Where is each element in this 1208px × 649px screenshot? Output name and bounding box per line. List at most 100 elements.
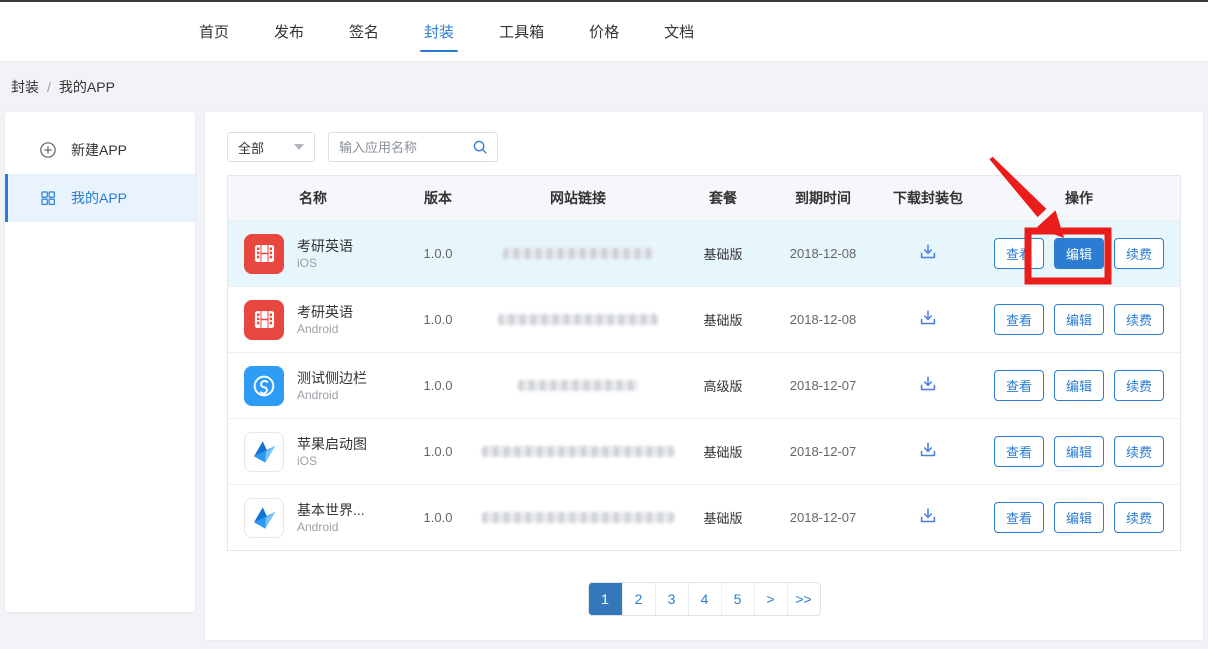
page-button-4[interactable]: 4 — [688, 583, 721, 615]
app-name: 考研英语 — [297, 303, 353, 321]
renew-button-row-3[interactable]: 续费 — [1114, 370, 1164, 401]
search-input[interactable] — [339, 140, 471, 155]
blurred-url — [482, 446, 674, 457]
actions-cell: 查看编辑续费 — [978, 436, 1180, 467]
column-header-套餐: 套餐 — [678, 188, 768, 208]
edit-button-row-1[interactable]: 编辑 — [1054, 238, 1104, 269]
website-link-cell — [478, 314, 678, 325]
app-version: 1.0.0 — [398, 378, 478, 393]
renew-button-row-2[interactable]: 续费 — [1114, 304, 1164, 335]
breadcrumb: 封装 / 我的APP — [0, 62, 1208, 112]
download-icon[interactable] — [917, 307, 939, 329]
app-platform: iOS — [297, 453, 367, 469]
page-button-2[interactable]: 2 — [622, 583, 655, 615]
chevron-down-icon — [294, 144, 304, 150]
plan-label: 基础版 — [678, 244, 768, 263]
table-row: 测试侧边栏Android1.0.0高级版2018-12-07查看编辑续费 — [228, 352, 1180, 418]
renew-button-row-4[interactable]: 续费 — [1114, 436, 1164, 467]
page-button-3[interactable]: 3 — [655, 583, 688, 615]
breadcrumb-separator: / — [47, 79, 51, 95]
nav-item-首页[interactable]: 首页 — [197, 2, 231, 61]
page-button-5[interactable]: 5 — [721, 583, 754, 615]
edit-button-row-3[interactable]: 编辑 — [1054, 370, 1104, 401]
app-platform: Android — [297, 321, 353, 337]
filter-row: 全部 — [227, 132, 1181, 162]
plan-label: 基础版 — [678, 508, 768, 527]
column-header-名称: 名称 — [228, 188, 398, 208]
grid-icon — [39, 189, 57, 207]
column-header-版本: 版本 — [398, 188, 478, 208]
table-row: 考研英语Android1.0.0基础版2018-12-08查看编辑续费 — [228, 286, 1180, 352]
view-button-row-5[interactable]: 查看 — [994, 502, 1044, 533]
website-link-cell — [478, 446, 678, 457]
search-icon[interactable] — [471, 138, 489, 156]
app-name: 基本世界... — [297, 501, 365, 519]
view-button-row-1[interactable]: 查看 — [994, 238, 1044, 269]
app-version: 1.0.0 — [398, 246, 478, 261]
last-page-button[interactable]: >> — [787, 583, 820, 615]
renew-button-row-1[interactable]: 续费 — [1114, 238, 1164, 269]
view-button-row-3[interactable]: 查看 — [994, 370, 1044, 401]
app-name: 苹果启动图 — [297, 435, 367, 453]
sidebar-item-label: 我的APP — [71, 188, 127, 208]
download-icon[interactable] — [917, 439, 939, 461]
actions-cell: 查看编辑续费 — [978, 304, 1180, 335]
app-film-icon — [244, 234, 284, 274]
table-row: 考研英语iOS1.0.0基础版2018-12-08查看编辑续费 — [228, 220, 1180, 286]
app-bird-icon — [244, 432, 284, 472]
view-button-row-2[interactable]: 查看 — [994, 304, 1044, 335]
app-bird-icon — [244, 498, 284, 538]
plan-label: 高级版 — [678, 376, 768, 395]
nav-item-签名[interactable]: 签名 — [347, 2, 381, 61]
plus-circle-icon — [39, 141, 57, 159]
blurred-url — [498, 314, 658, 325]
nav-item-发布[interactable]: 发布 — [272, 2, 306, 61]
nav-item-价格[interactable]: 价格 — [587, 2, 621, 61]
renew-button-row-5[interactable]: 续费 — [1114, 502, 1164, 533]
edit-button-row-4[interactable]: 编辑 — [1054, 436, 1104, 467]
app-name: 测试侧边栏 — [297, 369, 367, 387]
column-header-到期时间: 到期时间 — [768, 188, 878, 208]
expiry-date: 2018-12-07 — [768, 510, 878, 525]
edit-button-row-5[interactable]: 编辑 — [1054, 502, 1104, 533]
app-name-cell: 考研英语iOS — [228, 234, 398, 274]
app-name-cell: 基本世界...Android — [228, 498, 398, 538]
top-nav-bar: 首页发布签名封装工具箱价格文档 — [0, 2, 1208, 62]
edit-button-row-2[interactable]: 编辑 — [1054, 304, 1104, 335]
website-link-cell — [478, 248, 678, 259]
actions-cell: 查看编辑续费 — [978, 238, 1180, 269]
next-page-button[interactable]: > — [754, 583, 787, 615]
sidebar-item-我的APP[interactable]: 我的APP — [5, 174, 195, 222]
main-navigation: 首页发布签名封装工具箱价格文档 — [0, 2, 737, 61]
app-platform: iOS — [297, 255, 353, 271]
blurred-url — [518, 380, 638, 391]
app-platform: Android — [297, 519, 365, 535]
view-button-row-4[interactable]: 查看 — [994, 436, 1044, 467]
table-header-row: 名称版本网站链接套餐到期时间下载封装包操作 — [228, 176, 1180, 220]
app-platform: Android — [297, 387, 367, 403]
nav-item-工具箱[interactable]: 工具箱 — [497, 2, 546, 61]
sidebar-item-新建APP[interactable]: 新建APP — [5, 126, 195, 174]
actions-cell: 查看编辑续费 — [978, 370, 1180, 401]
breadcrumb-item-package[interactable]: 封装 — [11, 77, 39, 97]
category-select[interactable]: 全部 — [227, 132, 315, 162]
table-row: 苹果启动图iOS1.0.0基础版2018-12-07查看编辑续费 — [228, 418, 1180, 484]
download-icon[interactable] — [917, 505, 939, 527]
download-icon[interactable] — [917, 241, 939, 263]
column-header-下载封装包: 下载封装包 — [878, 188, 978, 208]
expiry-date: 2018-12-08 — [768, 312, 878, 327]
app-name-cell: 苹果启动图iOS — [228, 432, 398, 472]
app-version: 1.0.0 — [398, 312, 478, 327]
breadcrumb-item-my-app: 我的APP — [59, 77, 115, 97]
actions-cell: 查看编辑续费 — [978, 502, 1180, 533]
download-icon[interactable] — [917, 373, 939, 395]
column-header-网站链接: 网站链接 — [478, 188, 678, 208]
nav-item-文档[interactable]: 文档 — [662, 2, 696, 61]
app-table: 名称版本网站链接套餐到期时间下载封装包操作 考研英语iOS1.0.0基础版201… — [227, 175, 1181, 551]
page-button-1[interactable]: 1 — [589, 583, 622, 615]
column-header-操作: 操作 — [978, 188, 1180, 208]
nav-item-封装[interactable]: 封装 — [422, 2, 456, 61]
blurred-url — [482, 512, 674, 523]
content-area: 新建APP 我的APP 全部 名称版本网站链接套餐到期时间下载封装包操作 考研英语… — [0, 112, 1208, 640]
app-name-cell: 考研英语Android — [228, 300, 398, 340]
